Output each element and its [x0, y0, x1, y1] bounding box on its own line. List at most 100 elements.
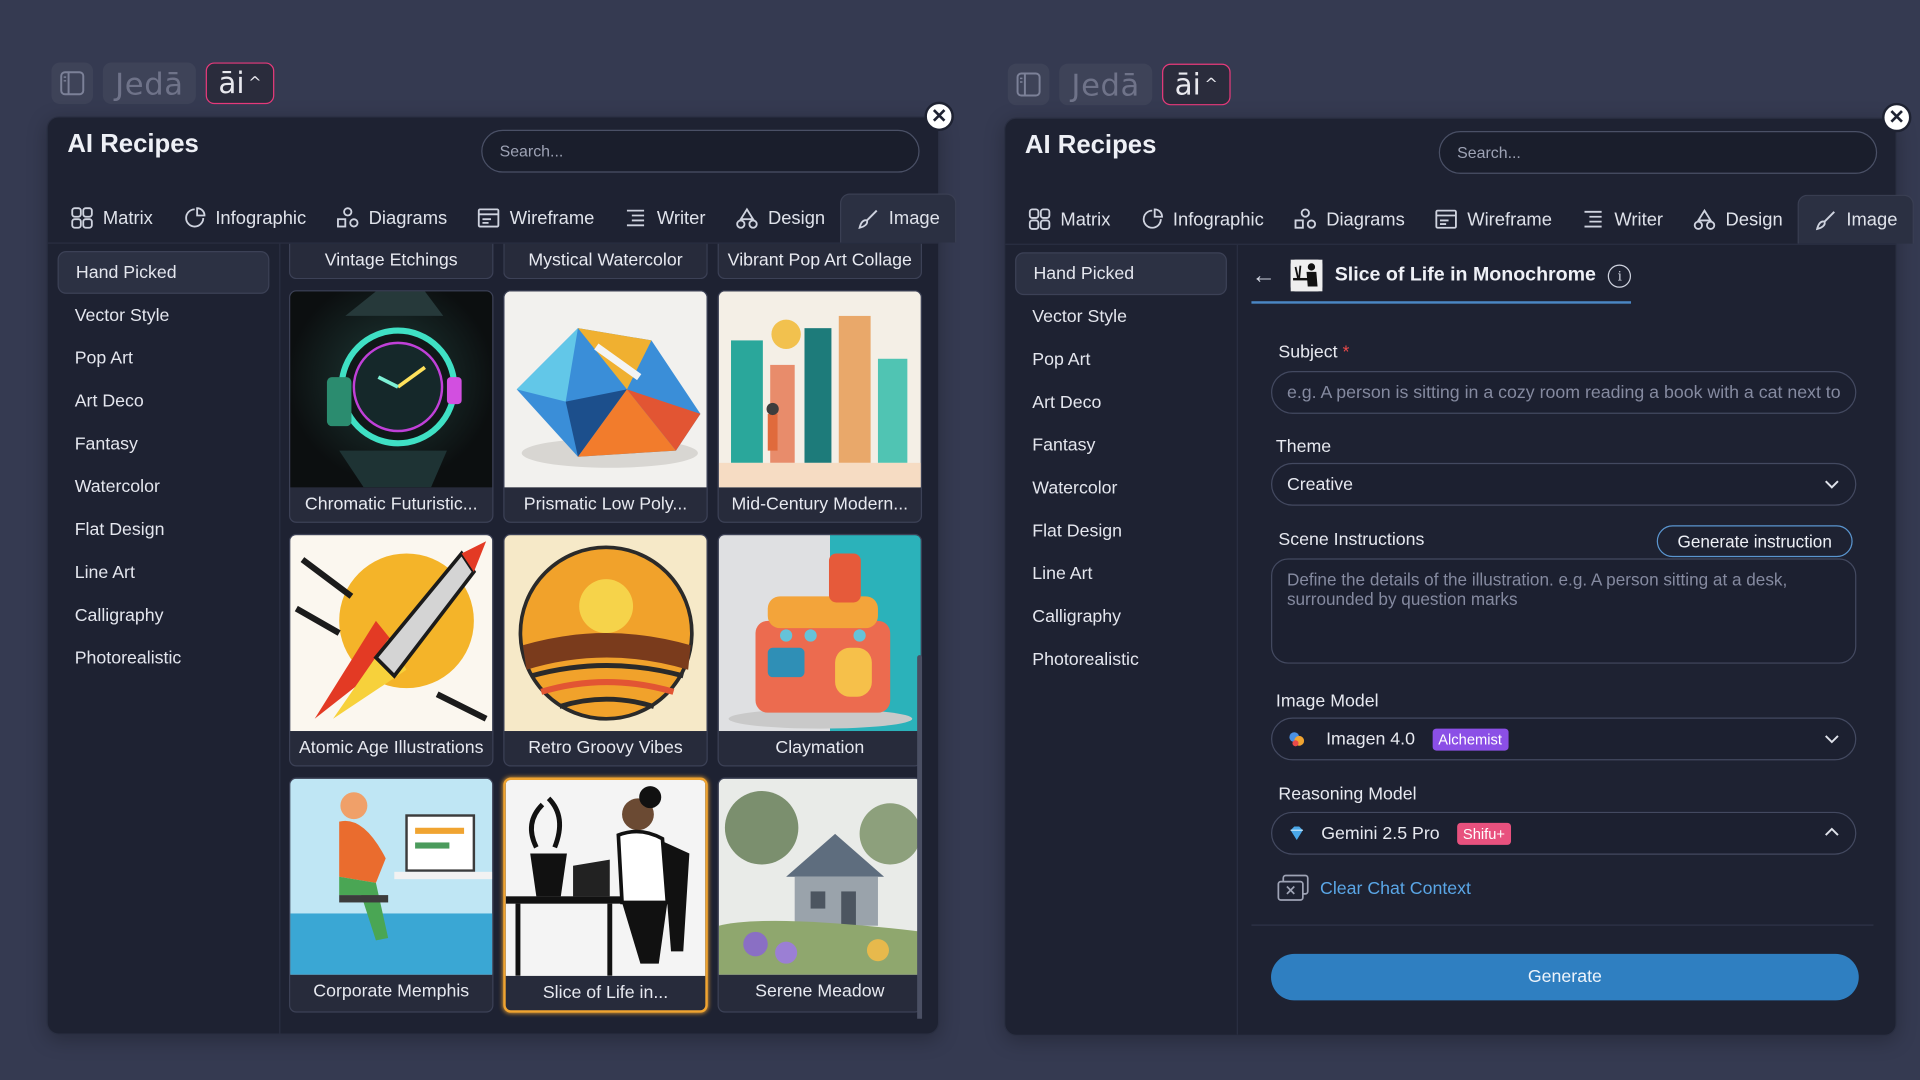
sidebar-item-photorealistic[interactable]: Photorealistic: [1015, 638, 1227, 681]
sidebar-item-vector-style[interactable]: Vector Style: [1015, 295, 1227, 338]
tab-bar: Matrix Infographic Diagrams Wireframe Wr…: [1013, 194, 1914, 244]
generate-button[interactable]: Generate: [1271, 953, 1859, 1001]
recipe-card-prismatic-low-poly[interactable]: Prismatic Low Poly...: [503, 290, 708, 523]
scene-instructions-textarea[interactable]: Define the details of the illustration. …: [1271, 558, 1857, 664]
pie-icon: [185, 207, 206, 228]
reasoning-model-select[interactable]: Gemini 2.5 Pro Shifu+: [1271, 811, 1857, 855]
sidebar-toggle-button[interactable]: [51, 62, 94, 105]
sidebar-item-photorealistic[interactable]: Photorealistic: [58, 637, 270, 680]
jeda-logo[interactable]: Jedā: [102, 62, 196, 105]
sidebar-item-art-deco[interactable]: Art Deco: [1015, 381, 1227, 424]
subject-label: Subject *: [1278, 343, 1349, 363]
caret-up-icon: ^: [1204, 75, 1218, 94]
panel-title: AI Recipes: [1024, 131, 1157, 160]
jeda-logo[interactable]: Jedā: [1059, 63, 1153, 106]
recipe-card-serene-meadow[interactable]: Serene Meadow: [717, 777, 923, 1013]
tab-design[interactable]: Design: [720, 193, 840, 242]
groovy-circle-illustration: [518, 545, 694, 721]
shifu-badge: Shifu+: [1456, 822, 1512, 845]
info-icon[interactable]: i: [1608, 263, 1632, 288]
list-icon: [1585, 210, 1603, 228]
sidebar-item-fantasy[interactable]: Fantasy: [1015, 424, 1227, 467]
tab-writer[interactable]: Writer: [609, 193, 720, 242]
sidebar-item-fantasy[interactable]: Fantasy: [58, 422, 270, 465]
gallery-scrollbar[interactable]: [917, 655, 923, 1019]
tab-design[interactable]: Design: [1678, 195, 1798, 244]
tab-label: Diagrams: [368, 207, 448, 229]
sidebar-item-pop-art[interactable]: Pop Art: [58, 337, 270, 380]
tab-label: Design: [767, 207, 826, 229]
sidebar-item-art-deco[interactable]: Art Deco: [58, 380, 270, 423]
back-arrow-icon[interactable]: ←: [1251, 261, 1275, 289]
close-icon: ✕: [930, 106, 948, 128]
ai-button[interactable]: āi ^: [1161, 63, 1231, 106]
sidebar-toggle-button[interactable]: [1007, 63, 1050, 106]
recipe-card-mystical-watercolor[interactable]: Mystical Watercolor: [503, 243, 708, 280]
recipe-card-label: Claymation: [775, 738, 865, 758]
tab-diagrams[interactable]: Diagrams: [1278, 195, 1419, 244]
generate-instruction-button[interactable]: Generate instruction: [1656, 525, 1853, 558]
search-input[interactable]: [481, 129, 920, 173]
theme-label: Theme: [1275, 437, 1332, 457]
sidebar-item-hand-picked[interactable]: Hand Picked: [57, 251, 270, 294]
recipe-card-label: Mystical Watercolor: [528, 251, 683, 271]
sidebar-item-calligraphy[interactable]: Calligraphy: [58, 594, 270, 637]
smartwatch-illustration: [326, 291, 462, 488]
recipe-card-retro-groovy-vibes[interactable]: Retro Groovy Vibes: [503, 533, 708, 767]
sidebar-item-line-art[interactable]: Line Art: [58, 551, 270, 594]
tab-matrix[interactable]: Matrix: [1013, 195, 1125, 244]
shapes-icon: [1294, 208, 1317, 229]
subject-input[interactable]: e.g. A person is sitting in a cozy room …: [1271, 371, 1857, 414]
recipe-card-corporate-memphis[interactable]: Corporate Memphis: [288, 777, 494, 1013]
recipe-thumbnail: [504, 291, 707, 488]
sidebar-item-flat-design[interactable]: Flat Design: [58, 508, 270, 551]
recipe-card-vibrant-pop-art-collage[interactable]: Vibrant Pop Art Collage: [717, 243, 923, 280]
recipe-card-label: Chromatic Futuristic...: [304, 494, 478, 515]
recipe-card-chromatic-futuristic[interactable]: Chromatic Futuristic...: [288, 290, 494, 523]
sidebar-item-watercolor[interactable]: Watercolor: [58, 465, 270, 508]
mouse-illustration: [516, 328, 701, 468]
sidebar-item-vector-style[interactable]: Vector Style: [58, 294, 270, 337]
clay-building-illustration: [728, 553, 913, 729]
close-button[interactable]: ✕: [924, 101, 954, 132]
sidebar-item-hand-picked[interactable]: Hand Picked: [1015, 252, 1227, 296]
grid-icon: [71, 207, 93, 229]
sidebar-item-pop-art[interactable]: Pop Art: [1015, 338, 1227, 381]
recipe-card-mid-century-modern[interactable]: Mid-Century Modern...: [717, 290, 923, 523]
form-divider: [1251, 924, 1874, 926]
panel-title: AI Recipes: [67, 129, 199, 158]
recipe-card-slice-of-life[interactable]: Slice of Life in...: [503, 777, 708, 1013]
image-model-select[interactable]: Imagen 4.0 Alchemist: [1271, 717, 1857, 761]
sidebar-item-line-art[interactable]: Line Art: [1015, 552, 1227, 595]
recipe-gallery: Vintage Etchings Mystical Watercolor Vib…: [288, 243, 926, 1019]
ai-button[interactable]: āi ^: [205, 62, 275, 105]
clear-chat-context-link[interactable]: Clear Chat Context: [1276, 873, 1471, 905]
recipe-card-claymation[interactable]: Claymation: [717, 533, 923, 767]
tab-label: Image: [888, 208, 940, 229]
tab-image[interactable]: Image: [839, 193, 956, 243]
tab-writer[interactable]: Writer: [1567, 195, 1678, 244]
recipe-card-label: Prismatic Low Poly...: [523, 494, 688, 515]
tab-wireframe[interactable]: Wireframe: [462, 193, 609, 242]
tab-diagrams[interactable]: Diagrams: [321, 193, 462, 242]
recipe-card-atomic-age-illustrations[interactable]: Atomic Age Illustrations: [288, 533, 494, 767]
imagen-logo-icon: [1289, 731, 1305, 746]
tab-matrix[interactable]: Matrix: [55, 193, 167, 242]
sidebar-item-watercolor[interactable]: Watercolor: [1015, 467, 1227, 510]
tab-infographic[interactable]: Infographic: [168, 193, 321, 242]
subject-placeholder: e.g. A person is sitting in a cozy room …: [1286, 382, 1841, 403]
sidebar-item-calligraphy[interactable]: Calligraphy: [1015, 595, 1227, 638]
theme-select[interactable]: Creative: [1271, 462, 1857, 506]
sidebar-item-flat-design[interactable]: Flat Design: [1015, 509, 1227, 552]
recipe-card-vintage-etchings[interactable]: Vintage Etchings: [288, 243, 494, 280]
tab-label: Wireframe: [509, 207, 595, 229]
tab-wireframe[interactable]: Wireframe: [1419, 195, 1566, 244]
clear-chat-label: Clear Chat Context: [1320, 879, 1471, 899]
tab-infographic[interactable]: Infographic: [1125, 195, 1278, 244]
search-input[interactable]: [1438, 131, 1878, 174]
close-button[interactable]: ✕: [1882, 102, 1912, 133]
tab-image[interactable]: Image: [1797, 194, 1914, 244]
chevron-up-icon: [1825, 827, 1839, 836]
woman-at-desk-illustration: [505, 786, 690, 976]
recipe-thumbnail: [718, 291, 921, 488]
